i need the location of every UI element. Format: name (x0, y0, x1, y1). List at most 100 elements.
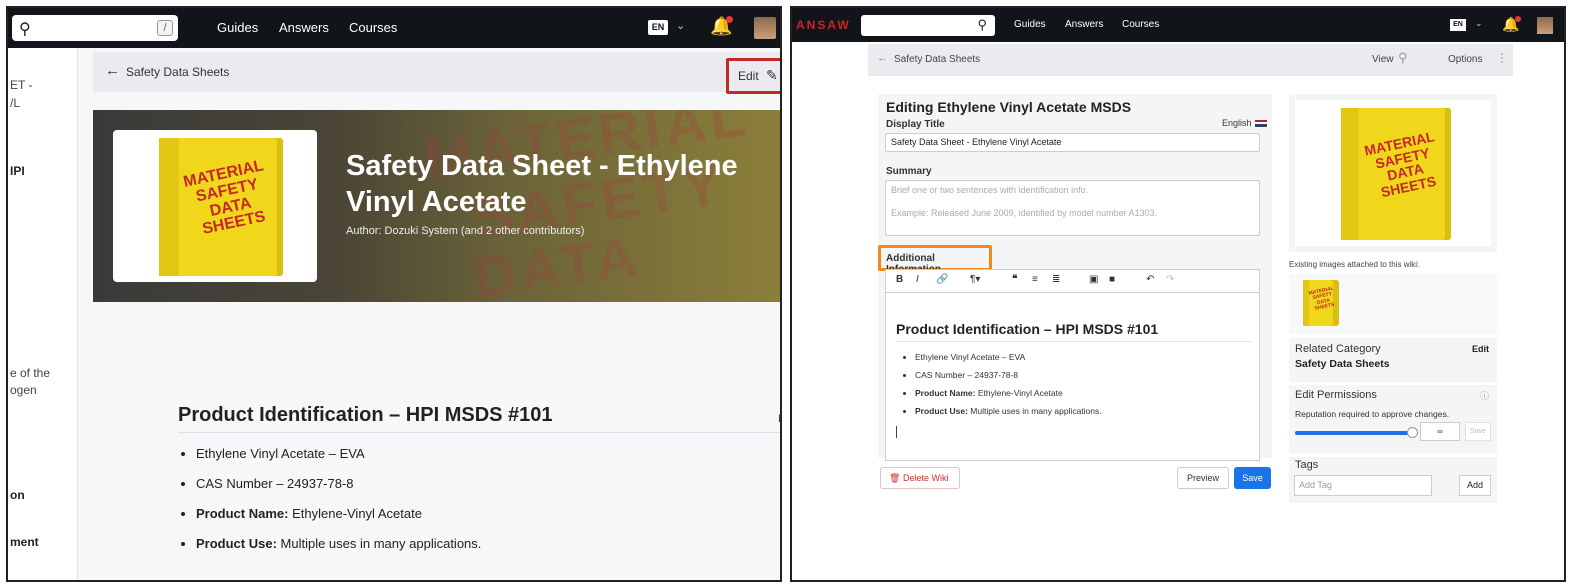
undo-icon[interactable]: ↶ (1146, 274, 1154, 285)
edit-button[interactable]: Edit ✎ (726, 58, 780, 94)
section-heading: Product Identification – HPI MSDS #101 (178, 404, 553, 426)
redo-icon[interactable]: ↷ (1166, 274, 1174, 285)
bold-icon[interactable]: B (896, 274, 903, 285)
search-icon: ⚲ (977, 17, 987, 32)
search-icon: ⚲ (19, 21, 31, 38)
permission-value-input[interactable]: ∞ (1420, 422, 1460, 441)
italic-icon[interactable]: I (916, 274, 919, 285)
help-icon[interactable]: ⓘ (1480, 389, 1489, 402)
summary-textarea[interactable]: Brief one or two sentences with identifi… (885, 180, 1260, 236)
paragraph-icon[interactable]: ¶▾ (970, 274, 980, 285)
add-tag-button[interactable]: Add (1459, 475, 1491, 496)
image-thumbnails: MATERIAL SAFETY DATA SHEETS (1289, 274, 1497, 334)
main-image[interactable]: MATERIAL SAFETY DATA SHEETS (1295, 100, 1491, 246)
summary-placeholder: Brief one or two sentences with identifi… (891, 185, 1089, 195)
sidebar-text: /L (10, 96, 21, 110)
related-category-value[interactable]: Safety Data Sheets (1295, 358, 1390, 370)
main-image-box: MATERIAL SAFETY DATA SHEETS (1289, 94, 1497, 252)
nav-answers[interactable]: Answers (279, 20, 329, 35)
editor-toolbar: B I 🔗 ¶▾ ❝ ≡ ≣ ▣ ■ ↶ ↷ (885, 269, 1260, 293)
language-selector[interactable]: EN (648, 20, 668, 35)
summary-label: Summary (886, 166, 932, 177)
author-line[interactable]: Author: Dozuki System (and 2 other contr… (346, 225, 584, 237)
sidebar-text: ment (10, 535, 39, 549)
nav-courses[interactable]: Courses (349, 20, 397, 35)
edge-text: E (778, 413, 780, 425)
nav-courses[interactable]: Courses (1122, 19, 1159, 30)
edit-permissions-card: Edit Permissions ⓘ Reputation required t… (1289, 385, 1497, 453)
divider (896, 341, 1251, 342)
us-flag-icon[interactable] (1255, 120, 1267, 127)
display-title-label: Display Title (886, 119, 945, 130)
divider (178, 432, 780, 433)
related-category-card: Related Category Edit Safety Data Sheets (1289, 338, 1497, 382)
view-button[interactable]: View (1372, 54, 1394, 65)
text-cursor (896, 426, 897, 438)
link-icon[interactable]: 🔗 (936, 274, 948, 285)
quote-icon[interactable]: ❝ (1012, 274, 1017, 285)
nav-guides[interactable]: Guides (217, 20, 258, 35)
edit-form: Editing Ethylene Vinyl Acetate MSDS Disp… (878, 94, 1272, 461)
numbered-list-icon[interactable]: ≣ (1052, 274, 1060, 285)
tags-card: Tags Add Tag Add (1289, 457, 1497, 503)
sidebar-text: ET - (10, 78, 33, 92)
left-sidebar: ET - /L IPI e of the ogen on ment (8, 48, 78, 580)
tags-label: Tags (1295, 459, 1319, 471)
related-category-edit-link[interactable]: Edit (1472, 344, 1489, 354)
list-item: Product Name: Ethylene-Vinyl Acetate (196, 506, 481, 521)
list-item: Ethylene Vinyl Acetate – EVA (196, 446, 481, 461)
image-thumbnail[interactable]: MATERIAL SAFETY DATA SHEETS (1303, 280, 1339, 326)
additional-information-label-highlight: Additional Information (878, 245, 992, 275)
language-selector[interactable]: EN (1450, 19, 1466, 31)
right-screenshot-panel: ANSAW ⚲ Guides Answers Courses EN ⌄ 🔔 ← … (790, 6, 1566, 582)
sidebar-text: IPI (10, 164, 25, 178)
list-item: CAS Number – 24937-78-8 (196, 476, 481, 491)
avatar[interactable] (754, 17, 776, 39)
breadcrumb-link[interactable]: Safety Data Sheets (126, 65, 229, 79)
main-content: ← Safety Data Sheets Edit ✎ MATERIAL SAF… (78, 48, 780, 580)
preview-button[interactable]: Preview (1177, 467, 1229, 489)
list-item: CAS Number – 24937-78-8 (915, 370, 1102, 380)
chevron-down-icon[interactable]: ⌄ (676, 19, 685, 32)
nav-answers[interactable]: Answers (1065, 19, 1103, 30)
search-input[interactable]: ⚲ (861, 15, 995, 36)
permission-slider-handle[interactable] (1407, 427, 1418, 438)
brand-logo[interactable]: ANSAW (796, 18, 851, 32)
image-icon[interactable]: ▣ (1089, 274, 1098, 285)
binder-illustration: MATERIAL SAFETY DATA SHEETS (1341, 108, 1451, 240)
list-item: Product Use: Multiple uses in many appli… (196, 536, 481, 551)
notification-dot (726, 16, 733, 23)
tag-input[interactable]: Add Tag (1294, 475, 1432, 496)
hero-image: MATERIAL SAFETY DATA SHEETS (113, 130, 317, 282)
avatar[interactable] (1537, 17, 1553, 34)
options-button[interactable]: Options (1448, 54, 1482, 65)
delete-wiki-button[interactable]: 🗑 Delete Wiki (880, 467, 960, 489)
back-arrow-icon[interactable]: ← (105, 62, 120, 79)
back-arrow-icon[interactable]: ← (877, 52, 888, 64)
kebab-menu-icon[interactable]: ⋮ (1496, 51, 1508, 65)
breadcrumb: ← Safety Data Sheets View ⚲ Options ⋮ (868, 44, 1513, 76)
left-screenshot-panel: ⚲ / Guides Answers Courses EN ⌄ 🔔 ET - /… (6, 6, 782, 582)
chevron-down-icon[interactable]: ⌄ (1475, 18, 1483, 29)
nav-guides[interactable]: Guides (1014, 19, 1046, 30)
hero-banner: MATERIAL SAFETY DATA MATERIAL SAFETY DAT… (93, 110, 780, 302)
breadcrumb-link[interactable]: Safety Data Sheets (894, 54, 980, 65)
rich-text-editor[interactable]: Product Identification – HPI MSDS #101 E… (885, 293, 1260, 461)
permission-save-button[interactable]: Save (1465, 422, 1491, 441)
video-icon[interactable]: ■ (1109, 274, 1115, 285)
delete-wiki-label: Delete Wiki (903, 473, 949, 483)
page-title: Safety Data Sheet - Ethylene Vinyl Aceta… (346, 150, 738, 218)
bulleted-list-icon[interactable]: ≡ (1032, 274, 1038, 285)
display-title-input[interactable]: Safety Data Sheet - Ethylene Vinyl Aceta… (885, 133, 1260, 152)
magnifier-icon[interactable]: ⚲ (1398, 50, 1408, 66)
search-shortcut-hint: / (157, 20, 173, 36)
permission-slider-track[interactable] (1295, 431, 1412, 435)
sidebar-text: ogen (10, 383, 37, 397)
existing-images-label: Existing images attached to this wiki: (1289, 260, 1420, 269)
language-label[interactable]: English (1222, 118, 1252, 128)
related-category-label: Related Category (1295, 343, 1381, 355)
save-button[interactable]: Save (1234, 467, 1271, 489)
sidebar-text: e of the (10, 366, 51, 380)
search-input[interactable]: ⚲ / (12, 15, 178, 41)
binder-illustration: MATERIAL SAFETY DATA SHEETS (159, 138, 283, 276)
